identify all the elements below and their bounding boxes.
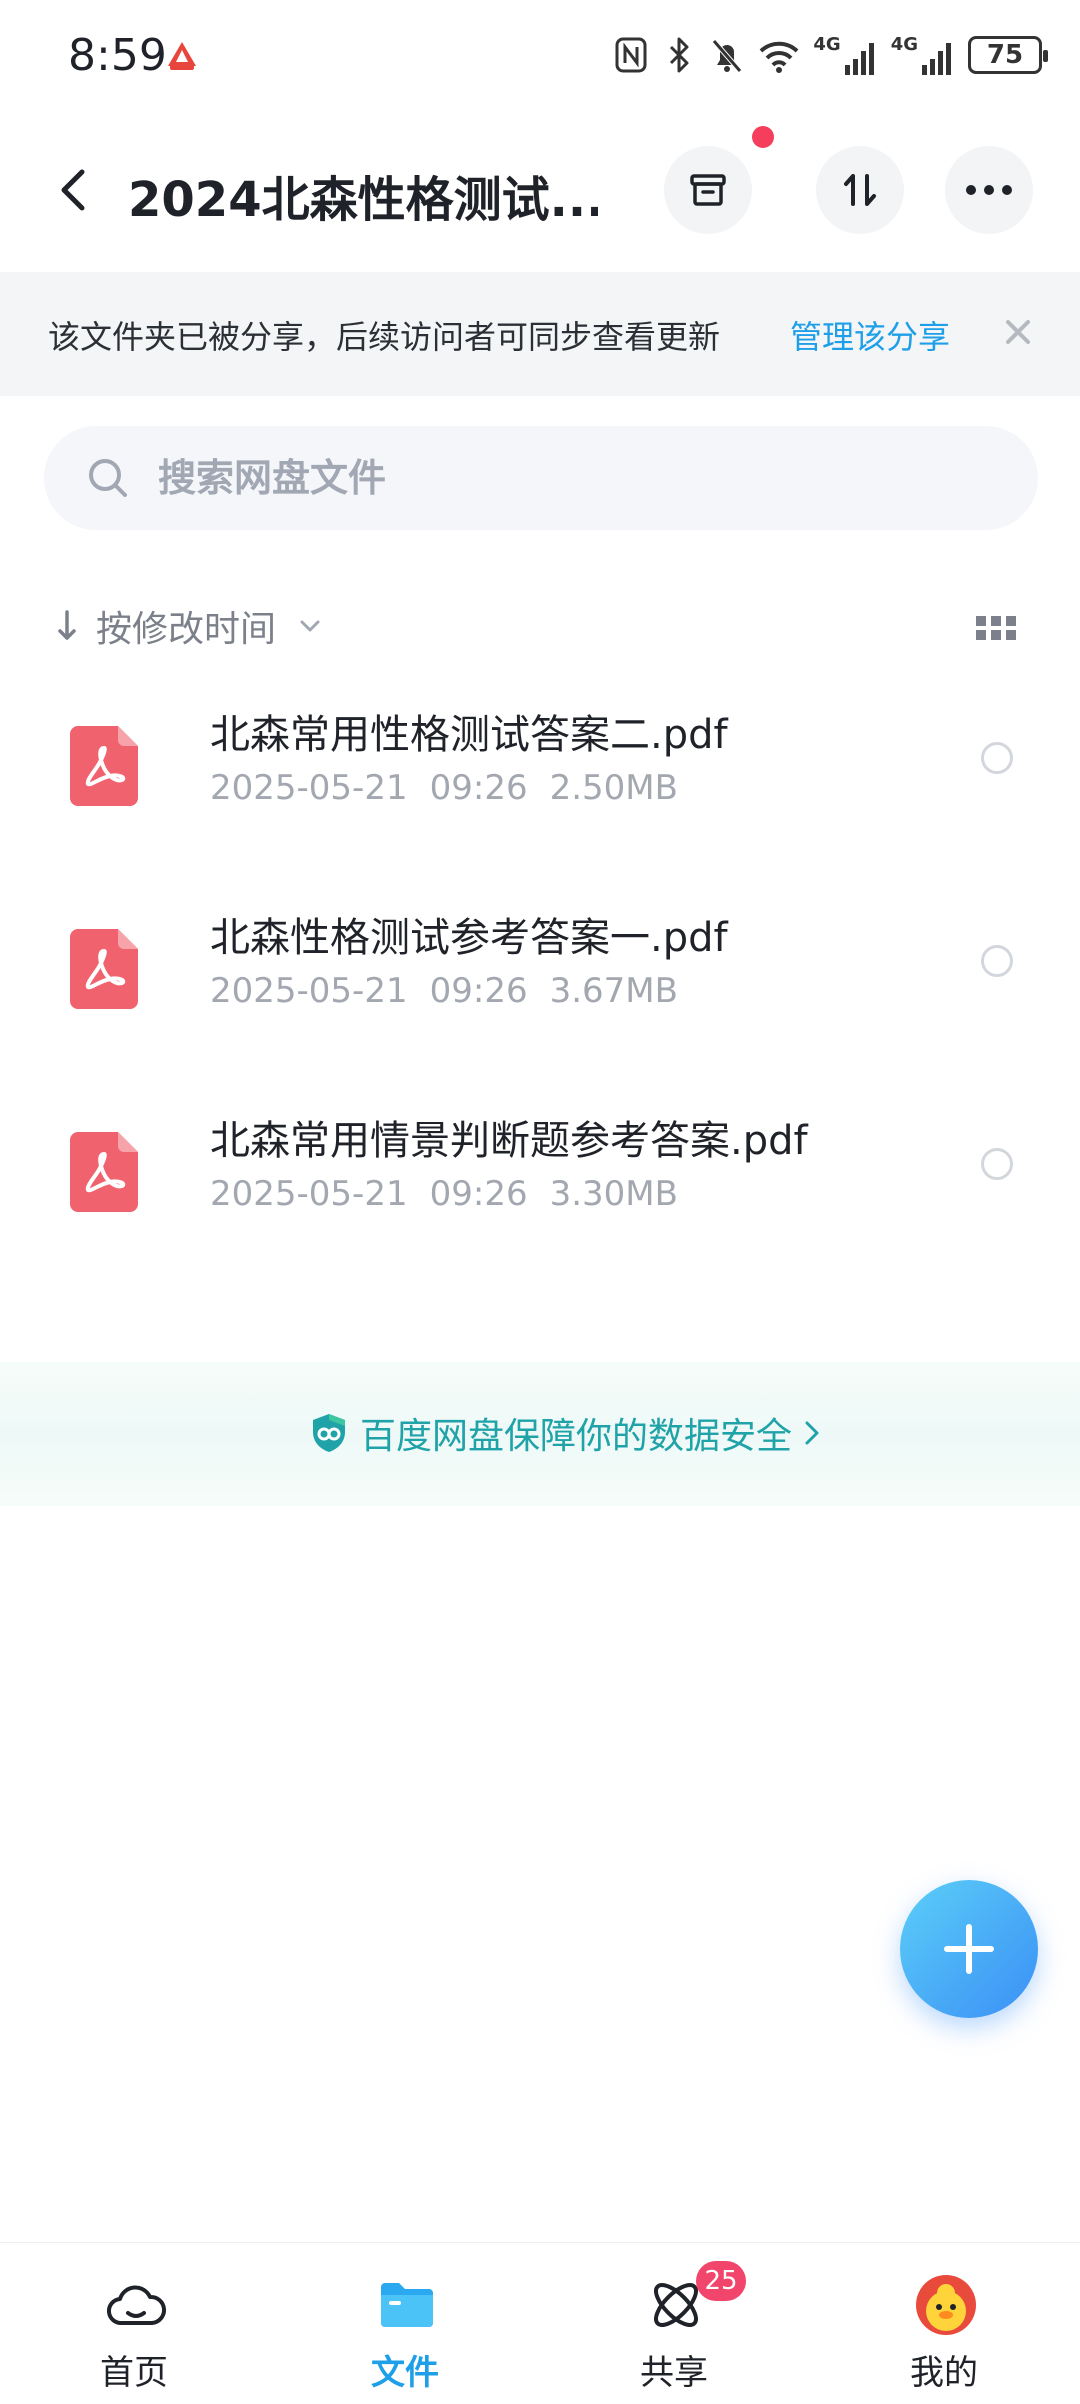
folder-icon	[381, 2283, 433, 2327]
file-name: 北森常用情景判断题参考答案.pdf	[210, 1118, 808, 1164]
file-size: 3.67MB	[549, 971, 678, 1011]
battery-indicator: 75	[968, 36, 1048, 74]
nav-item-me[interactable]: 我的	[854, 2243, 1034, 2404]
file-list-item[interactable]: 北森常用情景判断题参考答案.pdf 2025-05-21 09:26 3.30MB	[0, 1086, 1080, 1286]
file-meta: 2025-05-21 09:26 3.67MB	[210, 971, 678, 1011]
mute-bell-icon	[712, 39, 743, 73]
status-time: 8:59	[68, 30, 167, 81]
nav-item-home[interactable]: 首页	[44, 2243, 224, 2404]
more-button[interactable]	[945, 146, 1033, 234]
file-list-item[interactable]: 北森性格测试参考答案一.pdf 2025-05-21 09:26 3.67MB	[0, 883, 1080, 1083]
archive-button[interactable]	[664, 146, 752, 234]
security-banner[interactable]: 百度网盘保障你的数据安全	[0, 1362, 1080, 1506]
nav-label: 我的	[910, 2353, 978, 2393]
cloud-home-icon	[107, 2285, 166, 2326]
chevron-down-icon	[300, 620, 320, 632]
file-meta: 2025-05-21 09:26 3.30MB	[210, 1174, 678, 1214]
sort-arrow-down-icon	[58, 610, 76, 640]
add-button[interactable]	[900, 1880, 1038, 2018]
share-banner: 该文件夹已被分享，后续访问者可同步查看更新 管理该分享	[0, 272, 1080, 396]
cellular-signal-2: 4G	[891, 34, 956, 77]
shield-icon	[313, 1414, 345, 1452]
file-size: 2.50MB	[549, 768, 678, 808]
close-icon[interactable]	[998, 312, 1038, 352]
back-icon[interactable]	[44, 158, 104, 222]
header-bar: 2024北森性格测试...	[0, 130, 1080, 250]
grid-view-icon[interactable]	[976, 614, 1016, 642]
select-checkbox[interactable]	[981, 742, 1013, 774]
sort-selector[interactable]: 按修改时间	[56, 598, 322, 654]
cellular-signal-1: 4G	[813, 34, 878, 77]
pdf-file-icon	[70, 1132, 138, 1212]
file-date: 2025-05-21	[210, 768, 408, 808]
share-banner-text: 该文件夹已被分享，后续访问者可同步查看更新	[48, 318, 721, 356]
file-size: 3.30MB	[549, 1174, 678, 1214]
plus-icon	[944, 1924, 994, 1974]
app-notification-icon	[168, 42, 196, 70]
search-icon	[89, 459, 127, 497]
nav-label: 首页	[100, 2353, 168, 2393]
manage-share-link[interactable]: 管理该分享	[790, 312, 950, 358]
file-meta: 2025-05-21 09:26 2.50MB	[210, 768, 678, 808]
nav-item-share[interactable]: 25 共享	[584, 2243, 764, 2404]
archive-icon	[690, 174, 726, 206]
notification-badge: 25	[696, 2261, 746, 2301]
file-time: 09:26	[429, 971, 528, 1011]
select-checkbox[interactable]	[981, 945, 1013, 977]
search-input[interactable]	[158, 450, 958, 506]
security-banner-content: 百度网盘保障你的数据安全	[310, 1408, 822, 1458]
select-checkbox[interactable]	[981, 1148, 1013, 1180]
pdf-file-icon	[70, 929, 138, 1009]
battery-level: 75	[986, 40, 1024, 70]
nfc-icon	[615, 37, 647, 73]
search-bar[interactable]	[44, 426, 1038, 530]
bottom-nav: 首页 文件 25 共享 我的	[0, 2242, 1080, 2403]
security-banner-text: 百度网盘保障你的数据安全	[360, 1416, 793, 1457]
bluetooth-icon	[670, 37, 689, 73]
wifi-icon	[759, 41, 799, 73]
file-name: 北森常用性格测试答案二.pdf	[210, 712, 728, 758]
signal-bars-icon	[922, 42, 951, 75]
status-bar: 8:59 4G 4G 75	[0, 0, 1080, 110]
nav-item-files[interactable]: 文件	[315, 2243, 495, 2404]
chevron-right-icon	[805, 1421, 819, 1445]
page-title: 2024北森性格测试...	[128, 172, 598, 228]
file-date: 2025-05-21	[210, 971, 408, 1011]
avatar-duck-icon	[916, 2275, 976, 2335]
file-list-item[interactable]: 北森常用性格测试答案二.pdf 2025-05-21 09:26 2.50MB	[0, 680, 1080, 880]
sort-label: 按修改时间	[96, 609, 277, 650]
file-time: 09:26	[429, 1174, 528, 1214]
nav-label: 文件	[371, 2353, 439, 2393]
pdf-file-icon	[70, 726, 138, 806]
file-date: 2025-05-21	[210, 1174, 408, 1214]
file-name: 北森性格测试参考答案一.pdf	[210, 915, 728, 961]
more-icon	[966, 185, 1012, 195]
file-time: 09:26	[429, 768, 528, 808]
status-icons: 4G 4G 75	[613, 32, 1048, 78]
transfer-icon	[844, 174, 876, 206]
transfer-button[interactable]	[816, 146, 904, 234]
notification-dot	[752, 126, 774, 148]
signal-bars-icon	[844, 42, 874, 75]
nav-label: 共享	[640, 2353, 708, 2393]
